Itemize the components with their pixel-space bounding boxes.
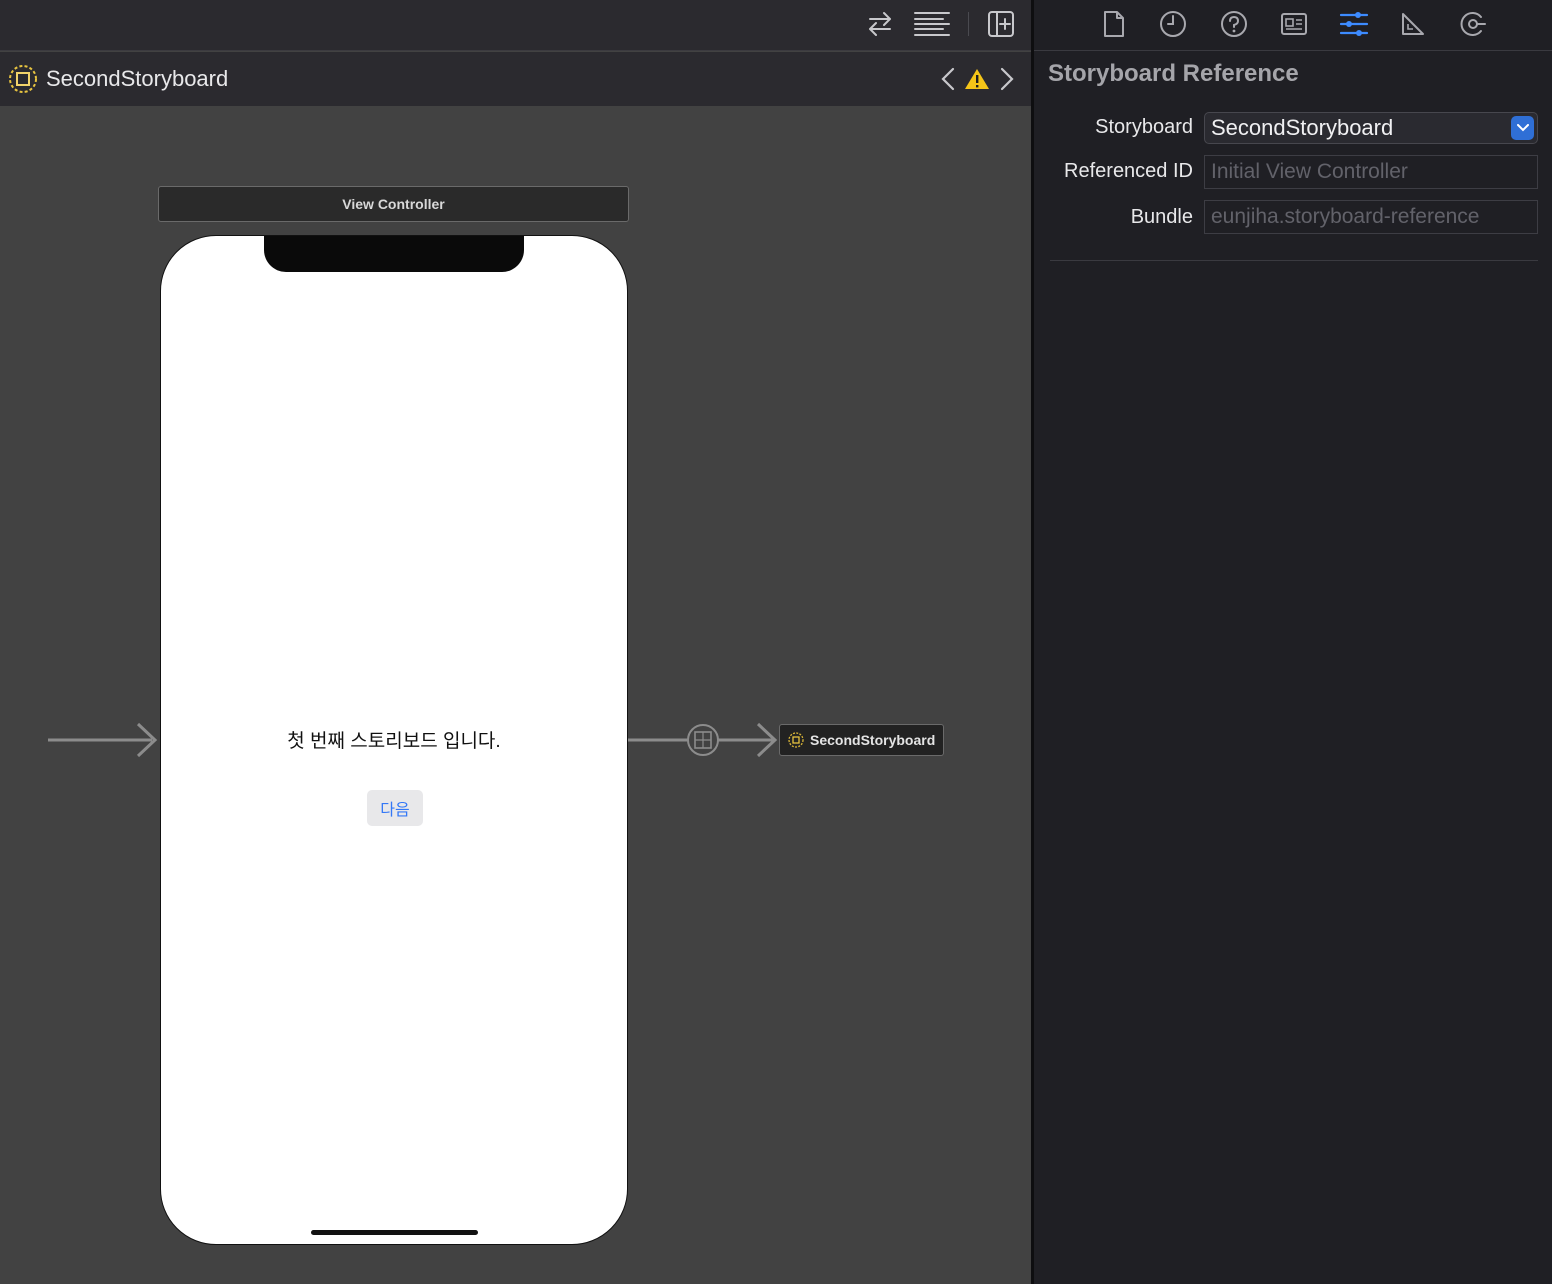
editor-toolbar [0, 0, 1031, 51]
jump-bar-title[interactable]: SecondStoryboard [46, 65, 228, 93]
editor-options-icon[interactable] [912, 6, 952, 42]
warning-icon[interactable] [963, 64, 991, 94]
view-controller-scene-title[interactable]: View Controller [158, 186, 629, 222]
connections-inspector-icon[interactable] [1453, 6, 1493, 42]
storyboard-canvas[interactable]: View Controller 첫 번째 스토리보드 입니다. 다음 Secon… [0, 106, 1031, 1284]
add-editor-icon[interactable] [981, 6, 1021, 42]
file-inspector-icon[interactable] [1094, 6, 1134, 42]
quick-help-icon[interactable] [1214, 6, 1254, 42]
storyboard-editor: SecondStoryboard View Controller 첫 번째 스토… [0, 0, 1031, 1284]
jump-bar: SecondStoryboard [0, 52, 1031, 106]
previous-issue-icon[interactable] [934, 64, 962, 94]
home-indicator [311, 1230, 478, 1235]
swap-arrows-icon[interactable] [860, 6, 900, 42]
storyboard-reference-node[interactable]: SecondStoryboard [779, 724, 944, 756]
bundle-input[interactable] [1204, 200, 1538, 234]
inspector-section-title: Storyboard Reference [1048, 60, 1299, 87]
inspector-tab-bar [1034, 0, 1552, 51]
history-inspector-icon[interactable] [1153, 6, 1193, 42]
segue-connection[interactable] [628, 722, 778, 758]
size-inspector-icon[interactable] [1393, 6, 1433, 42]
device-notch [264, 236, 524, 272]
storyboard-reference-icon [788, 732, 804, 748]
inspector-separator [1050, 260, 1538, 261]
identity-inspector-icon[interactable] [1274, 6, 1314, 42]
storyboard-select[interactable]: SecondStoryboard [1204, 112, 1538, 144]
next-button[interactable]: 다음 [367, 790, 423, 826]
inspector-pane: Storyboard Reference Storyboard SecondSt… [1034, 0, 1552, 1284]
view-controller-device-frame[interactable]: 첫 번째 스토리보드 입니다. 다음 [160, 235, 628, 1245]
referenced-id-field-label: Referenced ID [1064, 160, 1193, 182]
storyboard-reference-label: SecondStoryboard [810, 732, 936, 748]
bundle-field-label: Bundle [1130, 206, 1193, 228]
referenced-id-input[interactable] [1204, 155, 1538, 189]
main-label[interactable]: 첫 번째 스토리보드 입니다. [161, 726, 627, 753]
attributes-inspector-icon[interactable] [1334, 6, 1374, 42]
initial-view-controller-arrow[interactable] [48, 722, 158, 758]
storyboard-select-value: SecondStoryboard [1211, 115, 1394, 140]
storyboard-reference-icon[interactable] [8, 64, 38, 94]
toolbar-divider [968, 12, 969, 36]
next-issue-icon[interactable] [993, 64, 1021, 94]
storyboard-field-label: Storyboard [1095, 116, 1193, 138]
chevron-down-icon [1511, 116, 1534, 140]
xcode-window: SecondStoryboard View Controller 첫 번째 스토… [0, 0, 1552, 1284]
